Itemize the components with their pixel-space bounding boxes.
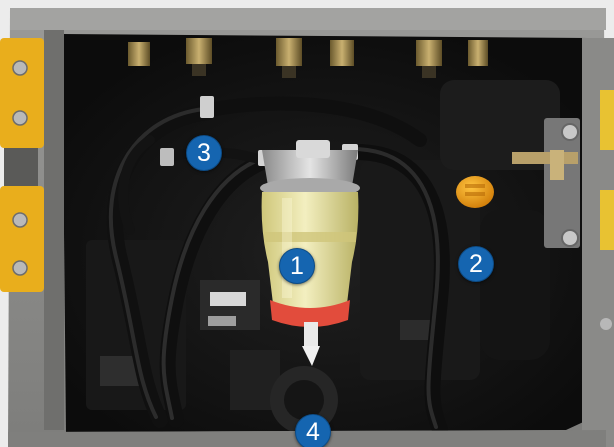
- left-inner-wall: [44, 30, 64, 430]
- hinge-bolt-1: [12, 60, 28, 76]
- left-yellow-hinge-lower: [0, 186, 44, 292]
- hinge-bolt-2: [12, 110, 28, 126]
- callout-3: 3: [186, 135, 222, 171]
- callout-2: 2: [458, 246, 494, 282]
- hinge-bolt-4: [12, 260, 28, 276]
- warning-sticker-bottom: [600, 190, 614, 250]
- warning-sticker-top: [600, 90, 614, 150]
- oil-filler-cap: [456, 176, 494, 208]
- engine-compartment-illustration: [0, 0, 614, 447]
- callout-1: 1: [279, 248, 315, 284]
- hinge-bolt-3: [12, 212, 28, 228]
- panel-bolt: [600, 318, 612, 330]
- engine-compartment-photo: 1 2 3 4: [0, 0, 614, 447]
- callout-4: 4: [295, 414, 331, 447]
- frame-top-edge: [10, 8, 606, 30]
- left-yellow-hinge-upper: [0, 38, 44, 148]
- hinge-gap: [4, 148, 38, 186]
